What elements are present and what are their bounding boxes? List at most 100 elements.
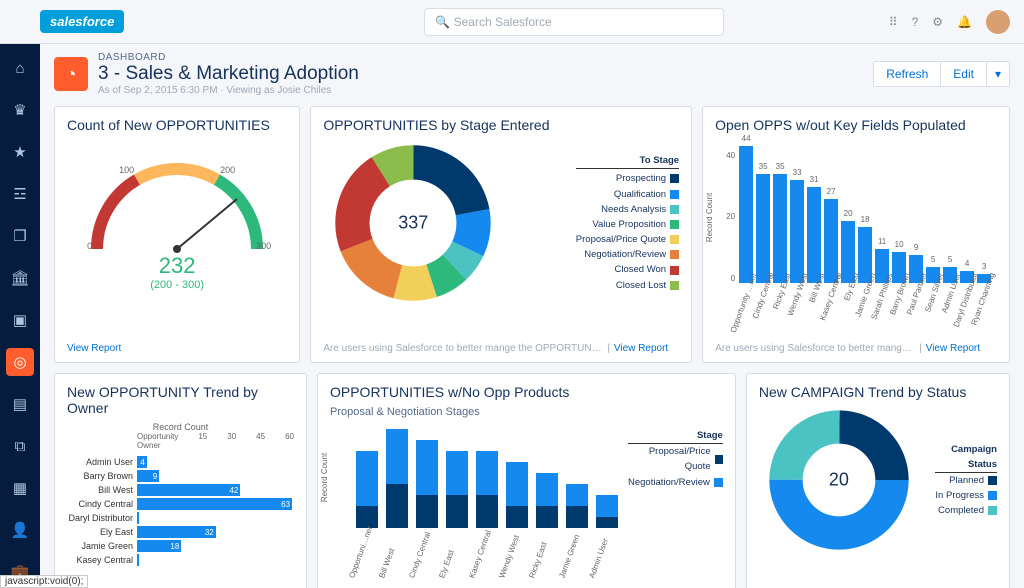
notifications-bell-icon[interactable]: 🔔 (957, 15, 972, 29)
bar: 33 (790, 180, 804, 283)
hbar-chart: Admin User4 Barry Brown9 Bill West42 Cindy … (67, 456, 294, 566)
card-footer-text: Are users using Salesforce to better man… (323, 343, 603, 354)
stacked-bar (476, 451, 498, 528)
user-avatar[interactable] (986, 10, 1010, 34)
view-report-link[interactable]: View Report (614, 343, 668, 354)
edit-button[interactable]: Edit (941, 61, 987, 87)
view-report-link[interactable]: View Report (67, 343, 121, 354)
legend-item: Negotiation/Review (576, 247, 679, 262)
card-open-opps: Open OPPS w/out Key Fields Populated Rec… (702, 106, 1010, 363)
stacked-bar (356, 451, 378, 528)
card-new-opportunities: Count of New OPPORTUNITIES 0 100 200 300 (54, 106, 300, 363)
setup-gear-icon[interactable]: ⚙ (932, 15, 943, 29)
app-launcher-icon[interactable]: ⠿ (889, 15, 898, 29)
legend-item: Prospecting (576, 171, 679, 186)
legend-item: Planned (935, 473, 997, 488)
stacked-bar (416, 440, 438, 528)
legend-item: Qualification (576, 187, 679, 202)
legend-title: To Stage (576, 153, 679, 169)
hbar-row: Kasey Central (67, 554, 294, 566)
bar: 35 (773, 174, 787, 283)
stacked-bar (596, 495, 618, 528)
nav-feed-icon[interactable]: ⧉ (6, 432, 34, 460)
donut-chart: 20 (769, 410, 909, 550)
nav-calendar-icon[interactable]: ▦ (6, 474, 34, 502)
status-bar: javascript:void(0); (0, 575, 88, 588)
legend-item: Proposal/Price Quote (576, 232, 679, 247)
search-input[interactable]: 🔍 Search Salesforce (424, 8, 724, 36)
legend-item: Completed (935, 503, 997, 518)
bar-chart: Record Count 0 20 40 4435353331272018111… (715, 143, 997, 283)
dashboard-gauge-icon: ◔ (54, 57, 88, 91)
nav-files-icon[interactable]: ❐ (6, 222, 34, 250)
y-axis-label: Record Count (320, 453, 329, 502)
hbar-row: Cindy Central63 (67, 498, 294, 510)
card-trend-owner: New OPPORTUNITY Trend by Owner Record Co… (54, 373, 307, 588)
hbar-row: Bill West42 (67, 484, 294, 496)
gauge-chart: 0 100 200 300 (77, 149, 277, 249)
card-title: Count of New OPPORTUNITIES (67, 117, 287, 133)
gauge-tick: 0 (87, 241, 92, 251)
legend-item: Value Proposition (576, 217, 679, 232)
card-campaign-trend: New CAMPAIGN Trend by Status 20 Campaign… (746, 373, 1010, 588)
nav-contact-icon[interactable]: ▣ (6, 306, 34, 334)
card-title: OPPORTUNITIES w/No Opp Products (330, 384, 723, 400)
legend-item: Negotiation/Review (628, 475, 723, 490)
card-title: OPPORTUNITIES by Stage Entered (323, 117, 679, 133)
nav-list-icon[interactable]: ☲ (6, 180, 34, 208)
gauge-range: (200 - 300) (67, 279, 287, 291)
card-footer-text: Are users using Salesforce to better man… (715, 343, 915, 354)
card-subtitle: Proposal & Negotiation Stages (330, 406, 723, 418)
hbar-row: Barry Brown9 (67, 470, 294, 482)
help-icon[interactable]: ? (912, 15, 919, 29)
bar: 27 (824, 199, 838, 283)
donut-center: 337 (398, 213, 428, 234)
card-stage-entered: OPPORTUNITIES by Stage Entered 337 (310, 106, 692, 363)
legend-title: Campaign Status (935, 442, 997, 473)
page-title: 3 - Sales & Marketing Adoption (98, 63, 359, 85)
legend-item: Closed Won (576, 262, 679, 277)
stacked-bar-chart: Record Count Opportuni…nerBill WestCindy… (330, 418, 618, 528)
card-title: Open OPPS w/out Key Fields Populated (715, 117, 997, 133)
refresh-button[interactable]: Refresh (873, 61, 941, 87)
donut-chart: 337 (333, 143, 493, 303)
gauge-tick: 300 (256, 241, 271, 251)
legend-item: Needs Analysis (576, 202, 679, 217)
view-report-link[interactable]: View Report (926, 343, 980, 354)
stacked-bar (536, 473, 558, 528)
card-no-opp-products: OPPORTUNITIES w/No Opp Products Proposal… (317, 373, 736, 588)
card-title: New OPPORTUNITY Trend by Owner (67, 384, 294, 416)
header-eyebrow: DASHBOARD (98, 52, 359, 63)
legend-item: Proposal/Price Quote (628, 444, 723, 474)
more-menu-button[interactable]: ▾ (987, 61, 1010, 87)
stacked-bar (566, 484, 588, 528)
nav-home-icon[interactable]: ⌂ (6, 54, 34, 82)
stacked-bar (386, 429, 408, 528)
hbar-row: Jamie Green18 (67, 540, 294, 552)
stacked-bar (446, 451, 468, 528)
nav-report-icon[interactable]: ▤ (6, 390, 34, 418)
card-title: New CAMPAIGN Trend by Status (759, 384, 997, 400)
nav-crown-icon[interactable]: ♛ (6, 96, 34, 124)
hbar-row: Admin User4 (67, 456, 294, 468)
salesforce-logo[interactable]: salesforce (40, 10, 124, 33)
hbar-row: Ely East32 (67, 526, 294, 538)
header-meta: As of Sep 2, 2015 6:30 PM · Viewing as J… (98, 85, 359, 96)
search-icon: 🔍 (435, 15, 450, 29)
legend-item: In Progress (935, 488, 997, 503)
nav-star-icon[interactable]: ★ (6, 138, 34, 166)
nav-user-icon[interactable]: 👤 (6, 516, 34, 544)
legend-label: Opportunity Owner (137, 432, 178, 450)
x-axis-label: Record Count (67, 422, 294, 432)
legend-title: Stage (628, 428, 723, 444)
gauge-tick: 100 (119, 165, 134, 175)
donut-center: 20 (829, 470, 849, 491)
search-placeholder: Search Salesforce (454, 15, 552, 29)
nav-dashboard-icon[interactable]: ◎ (6, 348, 34, 376)
bar: 31 (807, 187, 821, 283)
gauge-tick: 200 (220, 165, 235, 175)
left-nav: ⌂ ♛ ★ ☲ ❐ 🏛 ▣ ◎ ▤ ⧉ ▦ 👤 💼 (0, 44, 40, 588)
nav-building-icon[interactable]: 🏛 (6, 264, 34, 292)
y-axis-label: Record Count (705, 193, 714, 242)
stacked-bar (506, 462, 528, 528)
